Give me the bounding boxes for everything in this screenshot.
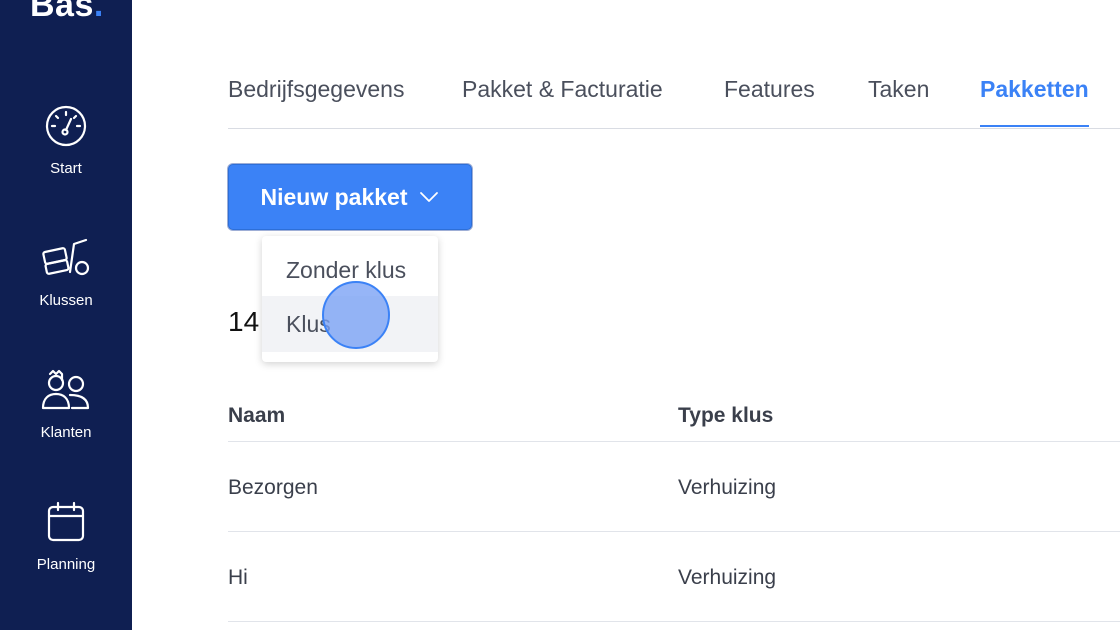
sidebar-item-klanten[interactable]: Klanten [0, 368, 132, 468]
column-header-type-klus[interactable]: Type klus [678, 404, 773, 428]
customers-icon [41, 369, 90, 410]
logo-dot: . [93, 0, 104, 24]
logo-text: Bas [30, 0, 94, 24]
settings-tabs: Bedrijfsgegevens Pakket & Facturatie Fea… [228, 56, 1120, 129]
package-count: 14 [228, 306, 260, 337]
app-logo[interactable]: Bas. [30, 0, 104, 25]
chevron-down-icon [419, 192, 438, 202]
table-row[interactable]: Bezorgen Verhuizing [228, 442, 1120, 532]
moving-dolly-icon [42, 238, 90, 276]
sidebar-item-klussen[interactable]: Klussen [0, 236, 132, 336]
tab-pakket-facturatie[interactable]: Pakket & Facturatie [462, 76, 663, 126]
dashboard-gauge-icon [45, 105, 87, 147]
calendar-icon [47, 501, 85, 542]
tab-pakketten[interactable]: Pakketten [980, 76, 1089, 127]
sidebar-item-label: Start [50, 160, 82, 177]
sidebar-item-label: Planning [36, 556, 96, 573]
column-header-naam[interactable]: Naam [228, 404, 285, 428]
tab-features[interactable]: Features [724, 76, 815, 126]
sidebar-item-label: Klanten [40, 424, 92, 441]
sidebar-item-start[interactable]: Start [0, 104, 132, 204]
click-indicator [322, 281, 390, 349]
new-package-button-label: Nieuw pakket [260, 183, 408, 210]
sidebar-item-label: Klussen [39, 292, 93, 309]
sidebar-item-planning[interactable]: Planning [0, 500, 132, 600]
cell-type-klus: Verhuizing [678, 476, 777, 499]
cell-naam: Hi [228, 566, 248, 589]
tab-bedrijfsgegevens[interactable]: Bedrijfsgegevens [228, 76, 404, 126]
new-package-button[interactable]: Nieuw pakket [228, 164, 472, 230]
sidebar: Bas. Start Klussen Klanten Planning [0, 0, 132, 630]
table-row[interactable]: Hi Verhuizing [228, 532, 1120, 622]
row-divider [228, 621, 1120, 622]
tab-taken[interactable]: Taken [868, 76, 929, 126]
cell-naam: Bezorgen [228, 476, 318, 499]
cell-type-klus: Verhuizing [678, 566, 777, 589]
